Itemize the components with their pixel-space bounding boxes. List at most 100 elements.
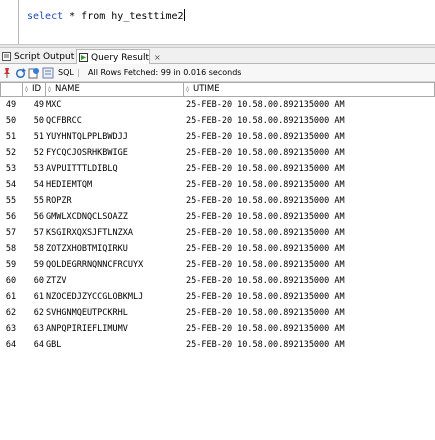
cell-utime[interactable]: 25-FEB-20 10.58.00.892135000 AM [186,193,345,209]
sql-keyword: select [27,11,64,22]
row-number: 57 [5,228,17,238]
row-number: 55 [5,196,17,206]
row-number: 63 [5,324,17,334]
cell-name[interactable]: GMWLXCDNQCLSOAZZ [46,209,128,225]
row-number: 51 [5,132,17,142]
cell-utime[interactable]: 25-FEB-20 10.58.00.892135000 AM [186,337,345,353]
cell-name[interactable]: AVPUITTTLDIBLQ [46,161,118,177]
cell-utime[interactable]: 25-FEB-20 10.58.00.892135000 AM [186,161,345,177]
cell-utime[interactable]: 25-FEB-20 10.58.00.892135000 AM [186,97,345,113]
cell-name[interactable]: QCFBRCC [46,113,82,129]
sql-label[interactable]: SQL [58,64,74,82]
cell-utime[interactable]: 25-FEB-20 10.58.00.892135000 AM [186,305,345,321]
cell-id[interactable]: 60 [30,273,44,289]
cell-id[interactable]: 59 [30,257,44,273]
sql-text[interactable]: select * from hy_testtime2 [27,9,185,22]
table-row[interactable]: 50 50 QCFBRCC 25-FEB-20 10.58.00.8921350… [0,113,435,129]
cell-id[interactable]: 50 [30,113,44,129]
table-row[interactable]: 55 55 ROPZR 25-FEB-20 10.58.00.892135000… [0,193,435,209]
cell-utime[interactable]: 25-FEB-20 10.58.00.892135000 AM [186,321,345,337]
row-number: 56 [5,212,17,222]
cell-utime[interactable]: 25-FEB-20 10.58.00.892135000 AM [186,257,345,273]
result-toolbar: SQL | All Rows Fetched: 99 in 0.016 seco… [0,64,435,82]
cell-id[interactable]: 51 [30,129,44,145]
sql-editor[interactable]: select * from hy_testtime2 [0,0,435,44]
cell-id[interactable]: 63 [30,321,44,337]
row-number: 58 [5,244,17,254]
cell-utime[interactable]: 25-FEB-20 10.58.00.892135000 AM [186,225,345,241]
tab-script-output[interactable]: Script Output× [0,49,86,64]
row-number: 53 [5,164,17,174]
refresh-icon[interactable] [14,67,26,79]
table-row[interactable]: 57 57 KSGIRXQXSJFTLNZXA 25-FEB-20 10.58.… [0,225,435,241]
table-row[interactable]: 52 52 FYCQCJOSRHKBWIGE 25-FEB-20 10.58.0… [0,145,435,161]
cell-utime[interactable]: 25-FEB-20 10.58.00.892135000 AM [186,241,345,257]
row-number: 64 [5,340,17,350]
cell-name[interactable]: ZOTZXHOBTMIQIRKU [46,241,128,257]
table-row[interactable]: 51 51 YUYHNTQLPPLBWDJJ 25-FEB-20 10.58.0… [0,129,435,145]
toolbar-separator: | [77,68,80,77]
close-icon[interactable]: × [154,53,161,62]
row-number: 52 [5,148,17,158]
cell-id[interactable]: 61 [30,289,44,305]
query-result-icon [79,53,88,62]
row-number: 60 [5,276,17,286]
fetch-status: All Rows Fetched: 99 in 0.016 seconds [88,68,242,77]
cell-id[interactable]: 53 [30,161,44,177]
cell-id[interactable]: 55 [30,193,44,209]
tab-query-result[interactable]: Query Result × [76,49,161,64]
table-row[interactable]: 49 49 MXC 25-FEB-20 10.58.00.892135000 A… [0,97,435,113]
table-row[interactable]: 64 64 GBL 25-FEB-20 10.58.00.892135000 A… [0,337,435,353]
cell-utime[interactable]: 25-FEB-20 10.58.00.892135000 AM [186,209,345,225]
table-row[interactable]: 54 54 HEDIEMTQM 25-FEB-20 10.58.00.89213… [0,177,435,193]
export-icon[interactable] [28,67,40,79]
column-header-utime[interactable]: ◊ UTIME [184,82,435,97]
cell-name[interactable]: MXC [46,97,61,113]
cell-name[interactable]: QOLDEGRRNQNNCFRCUYX [46,257,143,273]
header-corner [0,82,23,97]
cell-utime[interactable]: 25-FEB-20 10.58.00.892135000 AM [186,113,345,129]
sort-icon: ◊ [48,86,51,93]
cell-name[interactable]: HEDIEMTQM [46,177,92,193]
table-row[interactable]: 56 56 GMWLXCDNQCLSOAZZ 25-FEB-20 10.58.0… [0,209,435,225]
cell-id[interactable]: 62 [30,305,44,321]
cell-name[interactable]: YUYHNTQLPPLBWDJJ [46,129,128,145]
column-header-name[interactable]: ◊ NAME [46,82,184,97]
cell-id[interactable]: 56 [30,209,44,225]
table-row[interactable]: 60 60 ZTZV 25-FEB-20 10.58.00.892135000 … [0,273,435,289]
cell-name[interactable]: GBL [46,337,61,353]
cell-id[interactable]: 49 [30,97,44,113]
row-number: 54 [5,180,17,190]
cell-id[interactable]: 58 [30,241,44,257]
cell-name[interactable]: NZOCEDJZYCCGLOBKMLJ [46,289,143,305]
row-number: 49 [5,100,17,110]
cell-name[interactable]: ZTZV [46,273,66,289]
table-row[interactable]: 61 61 NZOCEDJZYCCGLOBKMLJ 25-FEB-20 10.5… [0,289,435,305]
fetch-icon[interactable] [42,67,54,79]
cell-name[interactable]: ROPZR [46,193,72,209]
cell-utime[interactable]: 25-FEB-20 10.58.00.892135000 AM [186,129,345,145]
table-row[interactable]: 62 62 SVHGNMQEUTPCKRHL 25-FEB-20 10.58.0… [0,305,435,321]
table-row[interactable]: 53 53 AVPUITTTLDIBLQ 25-FEB-20 10.58.00.… [0,161,435,177]
cell-id[interactable]: 52 [30,145,44,161]
table-row[interactable]: 58 58 ZOTZXHOBTMIQIRKU 25-FEB-20 10.58.0… [0,241,435,257]
cell-name[interactable]: FYCQCJOSRHKBWIGE [46,145,128,161]
cell-id[interactable]: 54 [30,177,44,193]
editor-gutter [18,0,19,44]
cell-utime[interactable]: 25-FEB-20 10.58.00.892135000 AM [186,145,345,161]
results-grid[interactable]: ◊ ID ◊ NAME ◊ UTIME 49 49 MXC 25-FEB-20 10.… [0,82,435,440]
table-row[interactable]: 59 59 QOLDEGRRNQNNCFRCUYX 25-FEB-20 10.5… [0,257,435,273]
cell-name[interactable]: KSGIRXQXSJFTLNZXA [46,225,133,241]
cell-id[interactable]: 57 [30,225,44,241]
column-header-id[interactable]: ◊ ID [23,82,46,97]
grid-header: ◊ ID ◊ NAME ◊ UTIME [0,82,435,97]
table-row[interactable]: 63 63 ANPQPIRIEFLIMUMV 25-FEB-20 10.58.0… [0,321,435,337]
cell-utime[interactable]: 25-FEB-20 10.58.00.892135000 AM [186,273,345,289]
pin-icon[interactable] [1,67,13,79]
cell-name[interactable]: SVHGNMQEUTPCKRHL [46,305,128,321]
cell-utime[interactable]: 25-FEB-20 10.58.00.892135000 AM [186,289,345,305]
cell-id[interactable]: 64 [30,337,44,353]
row-number: 50 [5,116,17,126]
cell-name[interactable]: ANPQPIRIEFLIMUMV [46,321,128,337]
cell-utime[interactable]: 25-FEB-20 10.58.00.892135000 AM [186,177,345,193]
